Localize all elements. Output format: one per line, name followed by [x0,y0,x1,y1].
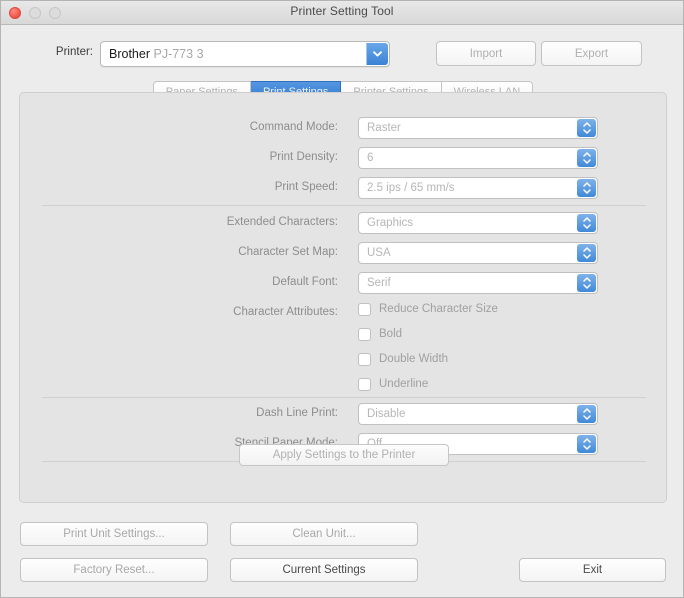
stepper-icon[interactable] [577,149,596,167]
clean-unit-button[interactable]: Clean Unit... [230,522,418,546]
current-settings-button[interactable]: Current Settings [230,558,418,582]
print-speed-label: Print Speed: [274,181,338,193]
character-set-map-select[interactable]: USA [358,242,598,264]
checkbox-input[interactable] [358,302,371,316]
checkbox-underline[interactable]: Underline [358,375,428,393]
stepper-icon[interactable] [577,435,596,453]
character-set-map-label: Character Set Map: [238,246,338,258]
print-unit-settings-button[interactable]: Print Unit Settings... [20,522,208,546]
print-density-label: Print Density: [269,151,338,163]
apply-settings-button[interactable]: Apply Settings to the Printer [239,444,449,466]
default-font-value: Serif [367,277,391,289]
checkbox-input[interactable] [358,377,371,391]
checkbox-label: Bold [379,328,403,340]
setting-row-extended-characters: Extended Characters: Graphics [20,212,668,234]
divider [42,205,646,206]
printer-setting-tool-window: Printer Setting Tool Printer: Brother PJ… [0,0,684,598]
printer-model: PJ-773 3 [153,47,204,61]
divider [42,397,646,398]
stepper-icon[interactable] [577,274,596,292]
setting-row-character-attributes: Character Attributes: [20,302,668,324]
stepper-icon[interactable] [577,405,596,423]
default-font-select[interactable]: Serif [358,272,598,294]
print-speed-value: 2.5 ips / 65 mm/s [367,182,455,194]
default-font-label: Default Font: [272,276,338,288]
character-attributes-label: Character Attributes: [233,306,338,318]
title-bar: Printer Setting Tool [1,1,683,25]
dash-line-print-label: Dash Line Print: [256,407,338,419]
print-speed-select[interactable]: 2.5 ips / 65 mm/s [358,177,598,199]
stepper-icon[interactable] [577,244,596,262]
export-button[interactable]: Export [541,41,642,66]
dash-line-print-value: Disable [367,408,406,420]
character-set-map-value: USA [367,247,391,259]
exit-button[interactable]: Exit [519,558,666,582]
checkbox-reduce-character-size[interactable]: Reduce Character Size [358,300,498,318]
checkbox-input[interactable] [358,327,371,341]
extended-characters-select[interactable]: Graphics [358,212,598,234]
setting-row-print-speed: Print Speed: 2.5 ips / 65 mm/s [20,177,668,199]
checkbox-double-width[interactable]: Double Width [358,350,448,368]
stepper-icon[interactable] [577,119,596,137]
print-settings-panel: Command Mode: Raster Print Density: 6 Pr… [19,92,667,503]
window-title: Printer Setting Tool [290,4,394,18]
printer-brand: Brother [109,47,150,61]
printer-selection-row: Printer: Brother PJ-773 3 Import Export [1,41,683,67]
print-density-select[interactable]: 6 [358,147,598,169]
extended-characters-value: Graphics [367,217,414,229]
stepper-icon[interactable] [577,214,596,232]
command-mode-select[interactable]: Raster [358,117,598,139]
stepper-icon[interactable] [577,179,596,197]
printer-select-value: Brother PJ-773 3 [109,47,204,61]
printer-select[interactable]: Brother PJ-773 3 [100,41,390,67]
setting-row-character-set-map: Character Set Map: USA [20,242,668,264]
checkbox-label: Underline [379,378,429,390]
checkbox-label: Double Width [379,353,449,365]
setting-row-command-mode: Command Mode: Raster [20,117,668,139]
command-mode-label: Command Mode: [249,121,338,133]
checkbox-bold[interactable]: Bold [358,325,402,343]
setting-row-default-font: Default Font: Serif [20,272,668,294]
chevron-down-icon[interactable] [366,43,388,65]
setting-row-print-density: Print Density: 6 [20,147,668,169]
printer-label: Printer: [55,46,93,58]
import-button[interactable]: Import [436,41,536,66]
print-density-value: 6 [367,152,374,164]
extended-characters-label: Extended Characters: [226,216,338,228]
checkbox-input[interactable] [358,352,371,366]
factory-reset-button[interactable]: Factory Reset... [20,558,208,582]
command-mode-value: Raster [367,122,401,134]
checkbox-label: Reduce Character Size [379,303,498,315]
setting-row-dash-line-print: Dash Line Print: Disable [20,403,668,425]
dash-line-print-select[interactable]: Disable [358,403,598,425]
